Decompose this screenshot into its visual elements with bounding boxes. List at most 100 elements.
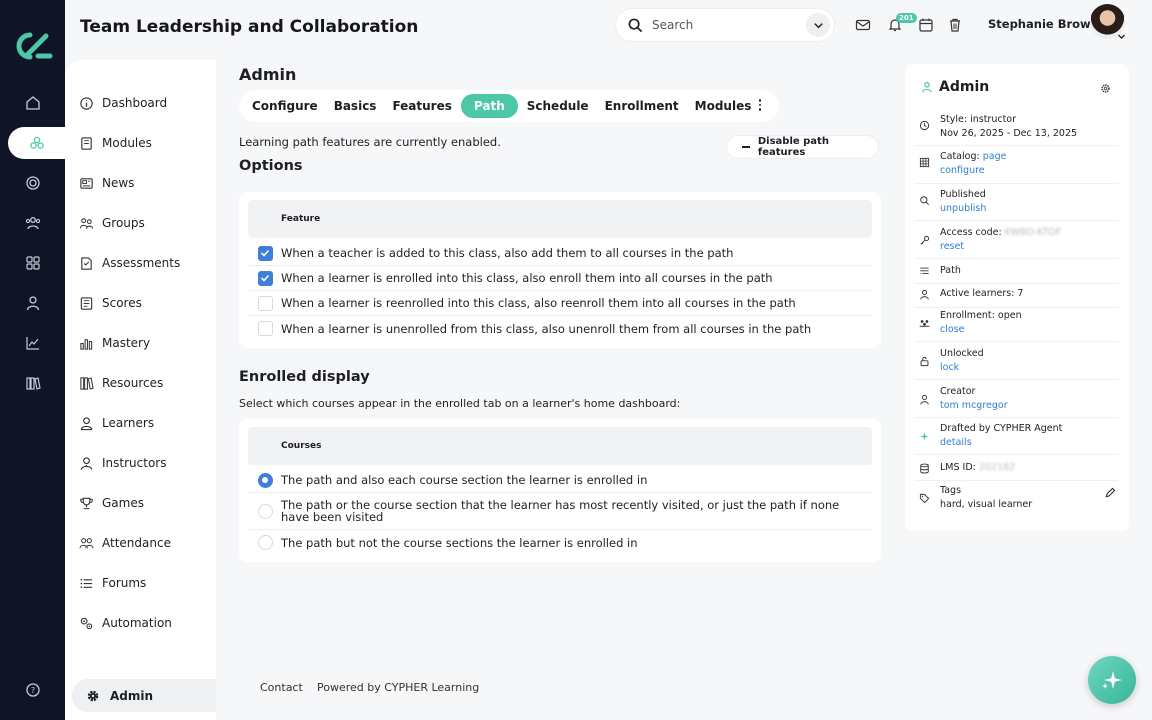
course-option-label: The path or the course section that the … <box>281 498 840 524</box>
bar-chart-icon <box>80 338 93 350</box>
tab-basics[interactable]: Basics <box>327 94 384 118</box>
home-icon[interactable] <box>0 87 65 119</box>
more-options-icon[interactable] <box>755 97 765 113</box>
pencil-icon[interactable] <box>1105 487 1116 498</box>
drafted-row: Drafted by CYPHER Agent details <box>915 422 1119 455</box>
catalog-row: Catalog: page configure <box>915 150 1119 184</box>
tab-schedule[interactable]: Schedule <box>520 94 596 118</box>
admin-person-icon <box>922 81 932 93</box>
catalog-configure-link[interactable]: configure <box>940 164 1119 178</box>
sidebar-item-automation[interactable]: Automation <box>79 611 172 635</box>
search-bar[interactable]: Search <box>616 9 834 41</box>
enrolled-display-panel: Courses The path and also each course se… <box>239 419 881 562</box>
books-icon <box>80 376 94 390</box>
sidebar-item-groups[interactable]: Groups <box>79 211 145 235</box>
ai-assistant-button[interactable] <box>1088 656 1136 704</box>
help-icon[interactable]: ? <box>0 674 65 706</box>
sparkle-icon <box>1102 671 1122 689</box>
table-row[interactable]: The path and also each course section th… <box>248 468 872 493</box>
sidebar-item-dashboard[interactable]: Dashboard <box>79 91 167 115</box>
gear-icon <box>87 690 99 701</box>
chevron-down-icon[interactable] <box>806 13 830 37</box>
sidebar-item-modules[interactable]: Modules <box>79 131 152 155</box>
options-panel: Feature When a teacher is added to this … <box>239 192 881 348</box>
catalog-page-link[interactable]: page <box>983 151 1007 162</box>
lms-id-row: LMS ID: 202162 <box>915 459 1119 481</box>
mail-icon[interactable] <box>855 17 871 33</box>
checkbox[interactable] <box>257 321 273 336</box>
settings-icon[interactable] <box>1100 83 1111 94</box>
chart-icon[interactable] <box>0 327 65 359</box>
tab-configure[interactable]: Configure <box>245 94 325 118</box>
details-link[interactable]: details <box>940 436 1119 450</box>
user-name[interactable]: Stephanie Brown <box>988 17 1099 31</box>
radio-button[interactable] <box>257 472 273 488</box>
sidebar-item-scores[interactable]: Scores <box>79 291 142 315</box>
tab-path[interactable]: Path <box>460 94 518 118</box>
contact-link[interactable]: Contact <box>260 681 303 694</box>
database-icon <box>920 463 929 474</box>
sidebar-item-admin[interactable]: Admin <box>72 679 216 712</box>
target-icon[interactable] <box>0 167 65 199</box>
unpublish-link[interactable]: unpublish <box>940 202 1119 216</box>
grid-icon[interactable] <box>0 247 65 279</box>
catalog-label: Catalog: <box>940 151 980 162</box>
options-heading: Options <box>239 158 303 174</box>
tags-label: Tags <box>940 485 962 496</box>
sidebar-item-news[interactable]: News <box>79 171 134 195</box>
creator-label: Creator <box>940 386 976 397</box>
tab-enrollment[interactable]: Enrollment <box>598 94 686 118</box>
status-message: Learning path features are currently ena… <box>239 135 501 149</box>
checkbox[interactable] <box>257 245 273 261</box>
sidebar-item-instructors[interactable]: Instructors <box>79 451 166 475</box>
sidebar-item-games[interactable]: Games <box>79 491 144 515</box>
tab-features[interactable]: Features <box>385 94 458 118</box>
library-icon[interactable] <box>0 367 65 399</box>
enrollment-row: Enrollment: open close <box>915 309 1119 342</box>
sidebar-item-forums[interactable]: Forums <box>79 571 146 595</box>
trophy-icon <box>80 497 93 509</box>
sidebar-item-assessments[interactable]: Assessments <box>79 251 180 275</box>
reset-link[interactable]: reset <box>940 240 1119 254</box>
sidebar-item-resources[interactable]: Resources <box>79 371 163 395</box>
tab-modules[interactable]: Modules <box>688 94 759 118</box>
calendar-icon[interactable] <box>918 17 934 33</box>
catalog-grid-icon <box>919 157 930 168</box>
sidebar-item-label: Modules <box>102 136 152 150</box>
table-row[interactable]: The path or the course section that the … <box>248 493 872 530</box>
powered-by-link[interactable]: Powered by CYPHER Learning <box>317 681 479 694</box>
sidebar-item-attendance[interactable]: Attendance <box>79 531 171 555</box>
radio-button[interactable] <box>257 535 273 550</box>
network-icon[interactable] <box>8 127 65 159</box>
checkbox[interactable] <box>257 295 273 311</box>
users-icon[interactable] <box>0 207 65 239</box>
cypher-logo[interactable] <box>13 31 53 61</box>
class-info-card: Admin Style: instructor Nov 26, 2025 - D… <box>905 64 1129 531</box>
person-icon[interactable] <box>0 287 65 319</box>
sidebar-item-label: Instructors <box>102 456 167 470</box>
sidebar-item-learners[interactable]: Learners <box>79 411 154 435</box>
chevron-down-icon[interactable] <box>1117 32 1126 41</box>
sidebar-item-label: News <box>102 176 135 190</box>
attendance-icon <box>79 537 94 548</box>
checkbox[interactable] <box>257 270 273 286</box>
news-icon <box>80 177 93 189</box>
path-row: Path <box>915 262 1119 284</box>
minus-icon <box>742 146 750 148</box>
style-text: Style: instructor <box>940 114 1017 125</box>
search-input[interactable]: Search <box>652 18 693 32</box>
search-icon <box>628 18 643 32</box>
published-text: Published <box>940 189 986 200</box>
lock-link[interactable]: lock <box>940 361 1119 375</box>
trash-icon[interactable] <box>947 17 963 33</box>
enrollment-text: Enrollment: open <box>940 310 1022 321</box>
table-row[interactable]: The path but not the course sections the… <box>248 530 872 555</box>
info-icon <box>80 96 93 110</box>
close-enrollment-link[interactable]: close <box>940 323 1119 337</box>
creator-link[interactable]: tom mcgregor <box>940 399 1119 413</box>
path-icon <box>920 267 929 275</box>
radio-button[interactable] <box>257 503 273 519</box>
sidebar-item-mastery[interactable]: Mastery <box>79 331 150 355</box>
groups-icon <box>79 217 94 229</box>
disable-path-features-button[interactable]: Disable path features <box>727 136 878 158</box>
